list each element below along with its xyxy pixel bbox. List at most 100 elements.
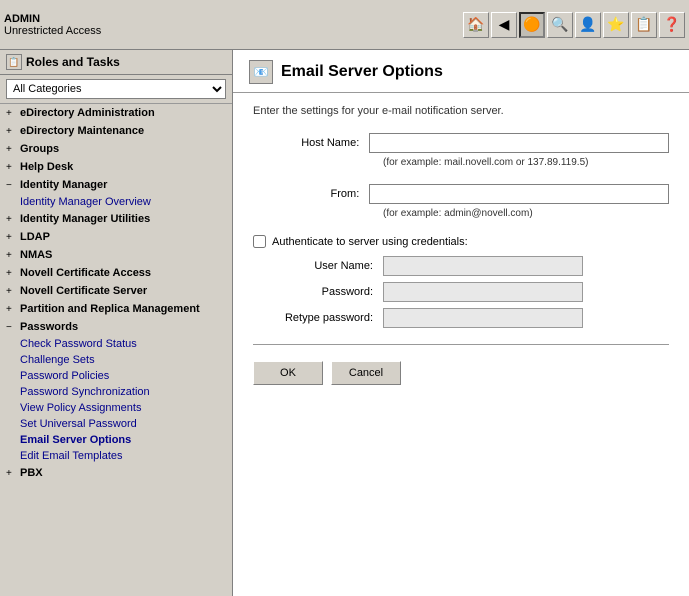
from-row: From:: [253, 184, 669, 204]
from-label: From:: [253, 188, 369, 200]
host-name-input[interactable]: [369, 133, 669, 153]
expand-icon: +: [6, 268, 16, 279]
expand-icon: +: [6, 108, 16, 119]
novell-icon[interactable]: 🟠: [519, 12, 545, 38]
authenticate-row: Authenticate to server using credentials…: [253, 235, 669, 248]
user-name-row: User Name:: [253, 256, 669, 276]
sidebar-item-password-synchronization[interactable]: Password Synchronization: [20, 384, 232, 400]
sidebar-item-novell-cert-access[interactable]: + Novell Certificate Access: [0, 264, 232, 282]
expand-icon: +: [6, 286, 16, 297]
sidebar-item-novell-cert-server[interactable]: + Novell Certificate Server: [0, 282, 232, 300]
host-name-hint: (for example: mail.novell.com or 137.89.…: [383, 157, 669, 168]
retype-password-input[interactable]: [383, 308, 583, 328]
host-name-row: Host Name:: [253, 133, 669, 153]
expand-icon: +: [6, 126, 16, 137]
category-dropdown-row: All Categories: [0, 75, 232, 104]
from-input[interactable]: [369, 184, 669, 204]
sidebar-item-label: Help Desk: [20, 161, 73, 173]
unrestricted-label: Unrestricted Access: [4, 25, 101, 37]
retype-password-row: Retype password:: [253, 308, 669, 328]
sidebar-item-nmas[interactable]: + NMAS: [0, 246, 232, 264]
expand-icon: +: [6, 250, 16, 261]
authenticate-checkbox[interactable]: [253, 235, 266, 248]
sidebar-item-label: Novell Certificate Access: [20, 267, 151, 279]
star-icon[interactable]: ⭐: [603, 12, 629, 38]
sidebar-title: Roles and Tasks: [26, 55, 120, 69]
back-icon[interactable]: ◀: [491, 12, 517, 38]
ok-button[interactable]: OK: [253, 361, 323, 385]
search-icon[interactable]: 🔍: [547, 12, 573, 38]
sidebar-item-edit-email-templates[interactable]: Edit Email Templates: [20, 448, 232, 464]
button-row: OK Cancel: [253, 361, 669, 385]
expand-icon: +: [6, 144, 16, 155]
sidebar-item-edirectory-admin[interactable]: + eDirectory Administration: [0, 104, 232, 122]
expand-icon: −: [6, 180, 16, 191]
top-bar: ADMIN Unrestricted Access 🏠 ◀ 🟠 🔍 👤 ⭐ 📋 …: [0, 0, 689, 50]
sidebar-item-label: Partition and Replica Management: [20, 303, 200, 315]
retype-password-label: Retype password:: [253, 312, 383, 324]
sidebar-item-email-server-options[interactable]: Email Server Options: [20, 432, 232, 448]
admin-label: ADMIN: [4, 13, 101, 25]
expand-icon: +: [6, 214, 16, 225]
authenticate-label: Authenticate to server using credentials…: [272, 236, 468, 248]
sidebar-item-check-password-status[interactable]: Check Password Status: [20, 336, 232, 352]
expand-icon: −: [6, 322, 16, 333]
sidebar-item-identity-manager[interactable]: − Identity Manager: [0, 176, 232, 194]
sidebar-item-label: eDirectory Maintenance: [20, 125, 144, 137]
content-area: 📧 Email Server Options Enter the setting…: [233, 50, 689, 596]
sidebar-item-label: PBX: [20, 467, 43, 479]
password-input[interactable]: [383, 282, 583, 302]
sidebar-item-identity-manager-utilities[interactable]: + Identity Manager Utilities: [0, 210, 232, 228]
sidebar-item-challenge-sets[interactable]: Challenge Sets: [20, 352, 232, 368]
sidebar-content[interactable]: + eDirectory Administration + eDirectory…: [0, 104, 232, 596]
page-title: Email Server Options: [281, 63, 443, 81]
sidebar-item-password-policies[interactable]: Password Policies: [20, 368, 232, 384]
home-icon[interactable]: 🏠: [463, 12, 489, 38]
password-label: Password:: [253, 286, 383, 298]
sidebar-item-set-universal-password[interactable]: Set Universal Password: [20, 416, 232, 432]
sidebar-item-partition-replica[interactable]: + Partition and Replica Management: [0, 300, 232, 318]
sidebar-item-ldap[interactable]: + LDAP: [0, 228, 232, 246]
sidebar-item-label: LDAP: [20, 231, 50, 243]
main-layout: 📋 Roles and Tasks All Categories + eDire…: [0, 50, 689, 596]
sidebar-item-label: Groups: [20, 143, 59, 155]
user-icon[interactable]: 👤: [575, 12, 601, 38]
sidebar-item-passwords[interactable]: − Passwords: [0, 318, 232, 336]
toolbar: 🏠 ◀ 🟠 🔍 👤 ⭐ 📋 ❓: [463, 12, 685, 38]
user-name-input[interactable]: [383, 256, 583, 276]
expand-icon: +: [6, 468, 16, 479]
content-header: 📧 Email Server Options: [233, 50, 689, 93]
sidebar-item-label: eDirectory Administration: [20, 107, 155, 119]
expand-icon: +: [6, 304, 16, 315]
expand-icon: +: [6, 162, 16, 173]
expand-icon: +: [6, 232, 16, 243]
user-name-label: User Name:: [253, 260, 383, 272]
from-hint: (for example: admin@novell.com): [383, 208, 669, 219]
sidebar-item-label: Passwords: [20, 321, 78, 333]
content-body: Enter the settings for your e-mail notif…: [233, 93, 689, 397]
admin-info: ADMIN Unrestricted Access: [4, 13, 101, 37]
sidebar-item-identity-manager-overview[interactable]: Identity Manager Overview: [20, 194, 232, 210]
help-icon[interactable]: ❓: [659, 12, 685, 38]
password-row: Password:: [253, 282, 669, 302]
sidebar: 📋 Roles and Tasks All Categories + eDire…: [0, 50, 233, 596]
category-dropdown[interactable]: All Categories: [6, 79, 226, 99]
identity-manager-submenu: Identity Manager Overview: [0, 194, 232, 210]
sidebar-item-label: Identity Manager: [20, 179, 107, 191]
roles-icon: 📋: [6, 54, 22, 70]
credentials-section: User Name: Password: Retype password:: [253, 256, 669, 328]
host-name-section: Host Name: (for example: mail.novell.com…: [253, 133, 669, 168]
sidebar-item-view-policy-assignments[interactable]: View Policy Assignments: [20, 400, 232, 416]
sidebar-item-edirectory-maint[interactable]: + eDirectory Maintenance: [0, 122, 232, 140]
cancel-button[interactable]: Cancel: [331, 361, 401, 385]
sidebar-item-groups[interactable]: + Groups: [0, 140, 232, 158]
sidebar-item-pbx[interactable]: + PBX: [0, 464, 232, 482]
sidebar-item-help-desk[interactable]: + Help Desk: [0, 158, 232, 176]
content-description: Enter the settings for your e-mail notif…: [253, 105, 669, 117]
passwords-submenu: Check Password Status Challenge Sets Pas…: [0, 336, 232, 464]
sidebar-item-label: NMAS: [20, 249, 52, 261]
email-server-icon: 📧: [249, 60, 273, 84]
tasks-icon[interactable]: 📋: [631, 12, 657, 38]
divider: [253, 344, 669, 345]
sidebar-item-label: Novell Certificate Server: [20, 285, 147, 297]
